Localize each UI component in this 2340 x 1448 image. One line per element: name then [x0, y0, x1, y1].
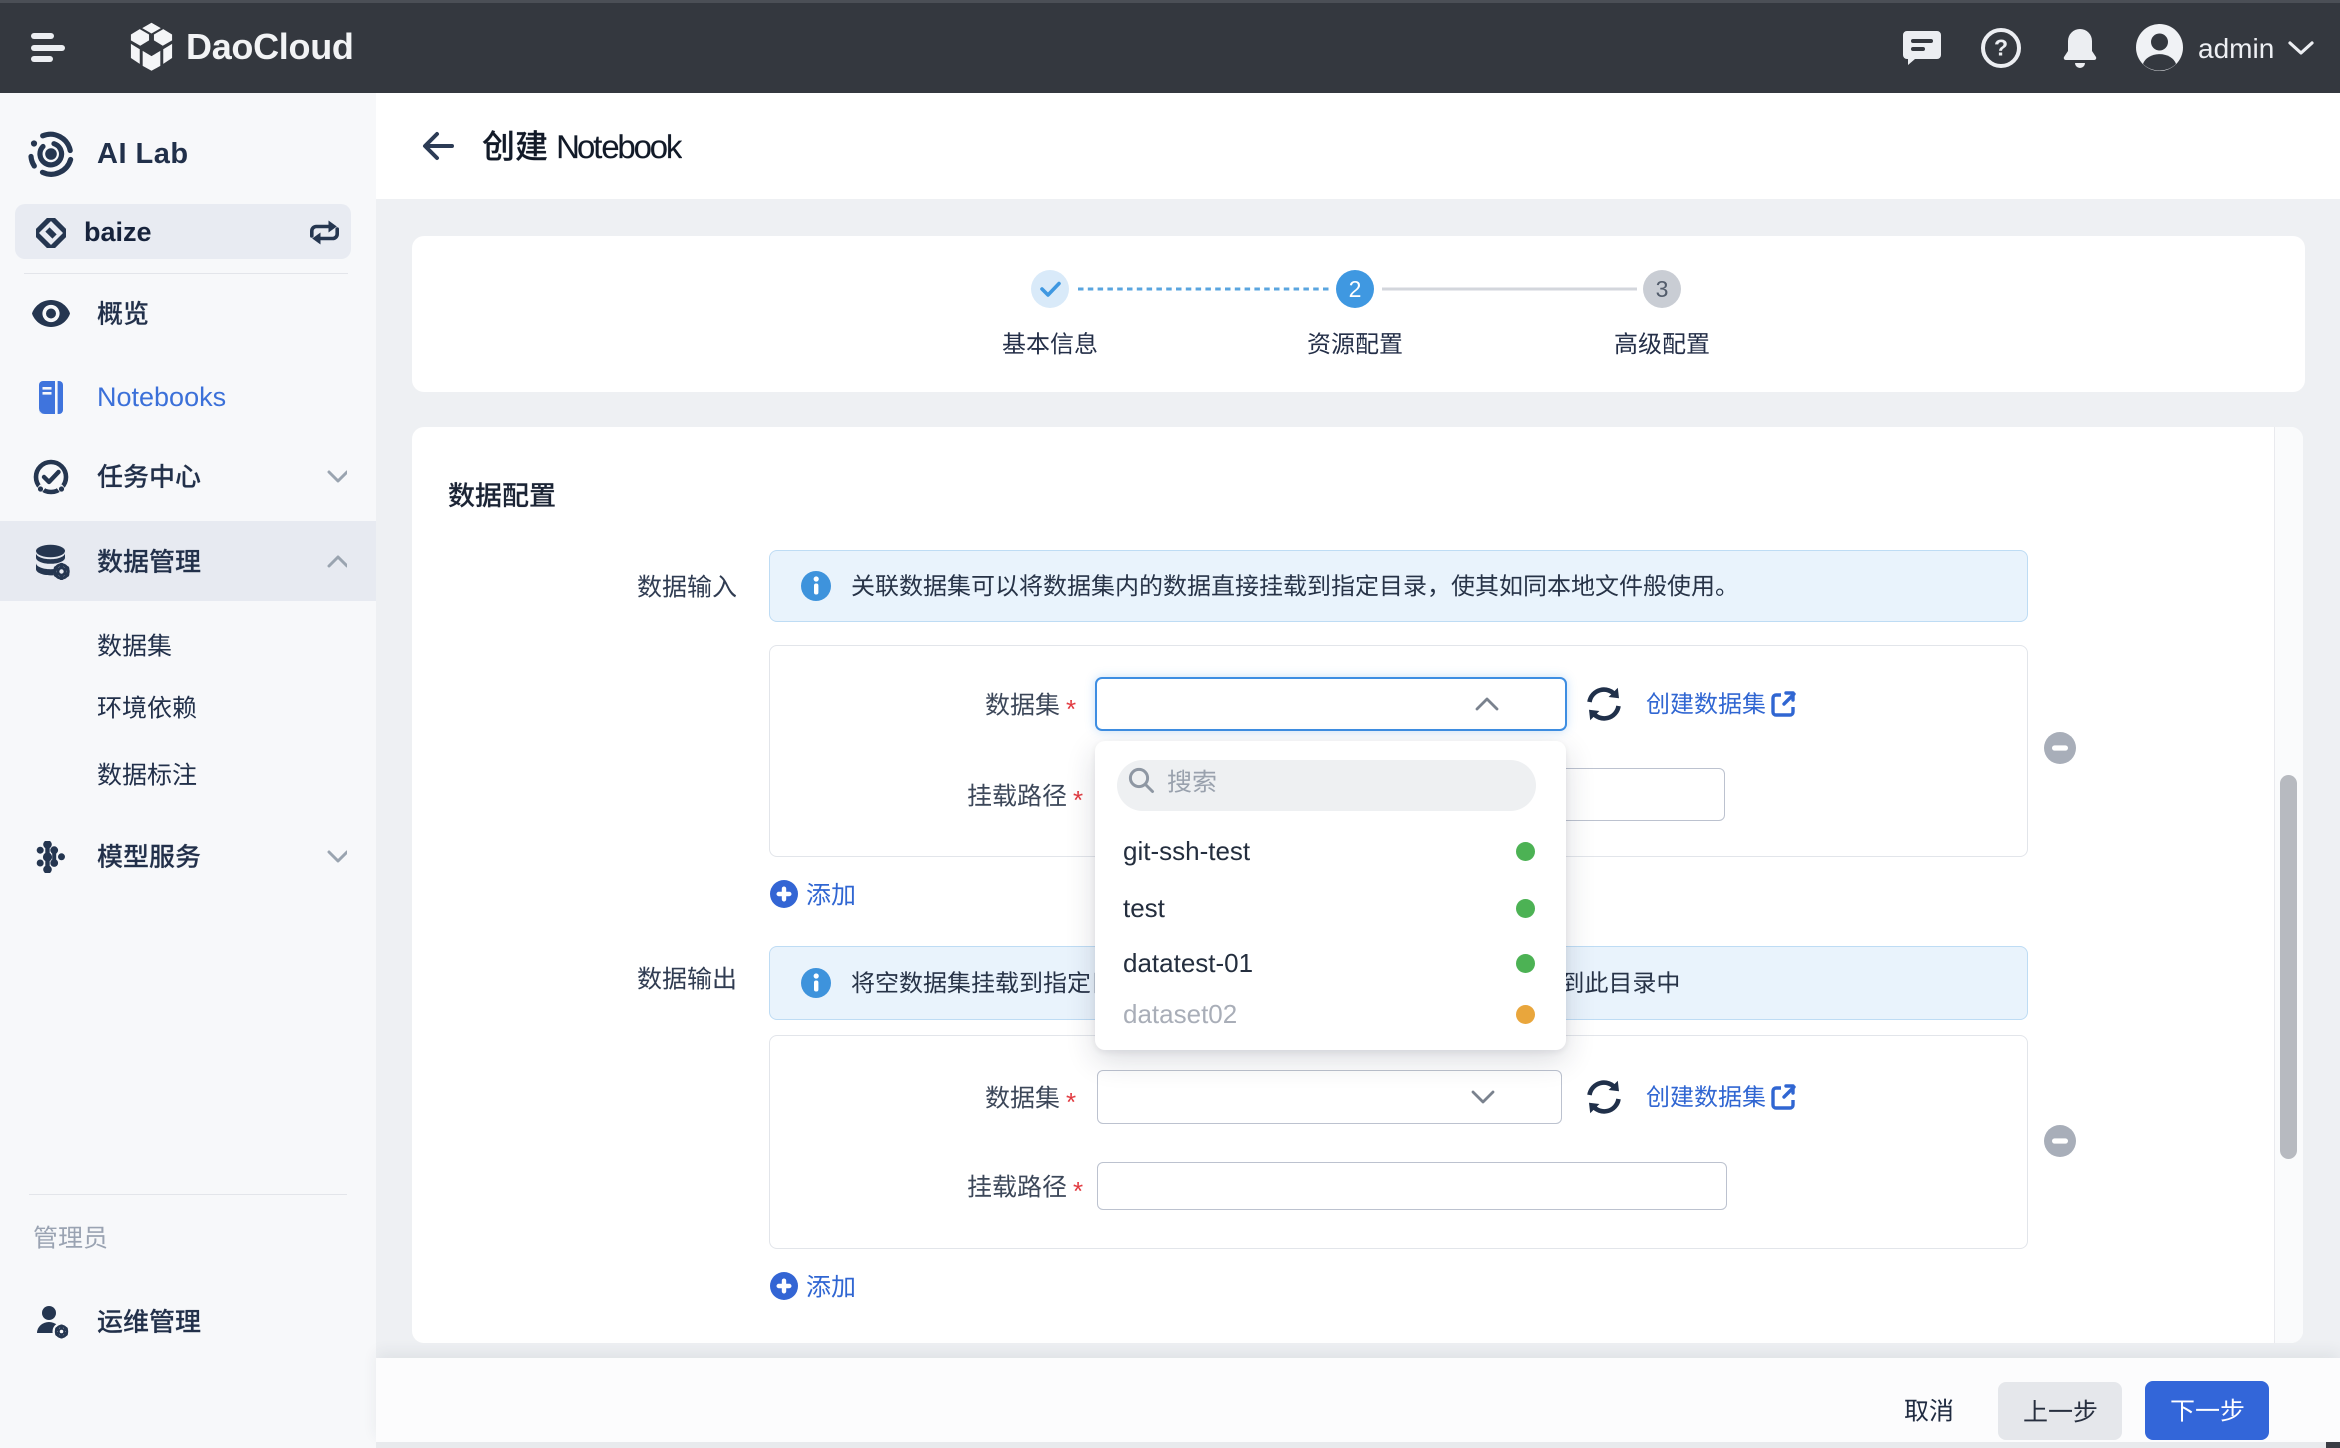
- svg-text:2: 2: [1349, 276, 1362, 302]
- svg-text:?: ?: [1994, 35, 2008, 61]
- svg-text:3: 3: [1656, 276, 1669, 302]
